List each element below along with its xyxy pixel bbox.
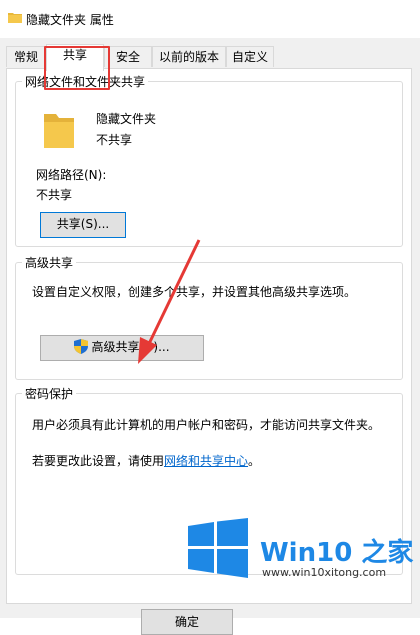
folder-name: 隐藏文件夹 [96,112,157,126]
folder-icon [44,114,74,148]
tab-previous-versions[interactable]: 以前的版本 [152,46,226,67]
password-change-prefix: 若要更改此设置，请使用 [32,454,165,468]
password-protection-description: 用户必须具有此计算机的用户帐户和密码，才能访问共享文件夹。 [32,418,381,432]
watermark-brand: Win10 之家 [260,532,413,569]
network-sharing-group: 网络文件和文件夹共享 隐藏文件夹 不共享 网络路径(N): 不共享 共享(S).… [15,73,403,247]
watermark-brand-zh: 之家 [361,538,414,568]
folder-share-status: 不共享 [96,133,133,147]
window-title: 隐藏文件夹 属性 [26,13,114,27]
watermark-brand-en: Win10 [260,538,353,568]
folder-icon [8,13,22,23]
watermark: Win10 之家 www.win10xitong.com [186,518,420,618]
uac-shield-icon [74,339,89,354]
advanced-sharing-group: 高级共享 设置自定义权限，创建多个共享，并设置其他高级共享选项。 高级共享(D)… [15,254,403,380]
advanced-sharing-button-label: 高级共享(D)... [91,340,170,354]
network-path-label: 网络路径(N): [36,168,107,182]
advanced-sharing-button[interactable]: 高级共享(D)... [40,335,204,361]
tab-customize[interactable]: 自定义 [226,46,274,67]
tab-general[interactable]: 常规 [6,46,46,67]
advanced-sharing-title: 高级共享 [22,254,77,271]
tab-highlight-box [44,46,110,90]
tab-security[interactable]: 安全 [104,46,152,67]
password-change-suffix: 。 [248,454,261,468]
network-path-value: 不共享 [36,188,73,202]
network-sharing-center-link[interactable]: 网络和共享中心 [164,454,248,468]
share-button[interactable]: 共享(S)... [40,212,126,238]
windows-logo-icon [188,518,248,578]
password-change-text: 若要更改此设置，请使用网络和共享中心。 [32,452,260,469]
watermark-url: www.win10xitong.com [262,566,387,579]
password-protection-title: 密码保护 [22,385,77,402]
title-bar: 隐藏文件夹 属性 [0,0,420,38]
advanced-sharing-description: 设置自定义权限，创建多个共享，并设置其他高级共享选项。 [32,285,357,299]
